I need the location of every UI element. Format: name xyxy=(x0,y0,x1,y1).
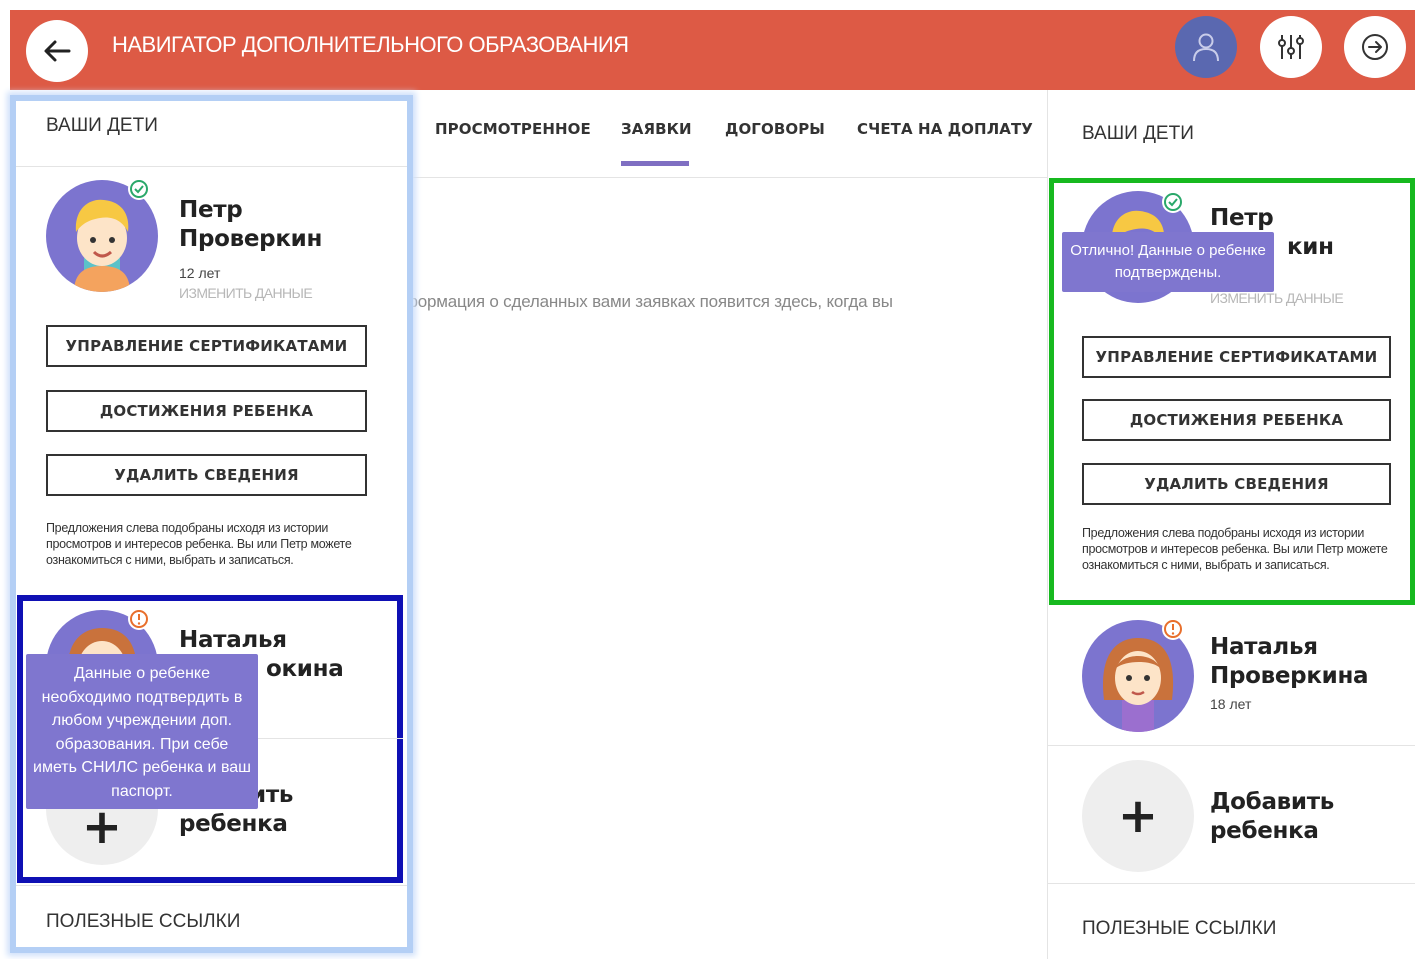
child-last-name: Проверкина xyxy=(1210,663,1369,689)
add-child-label[interactable]: Добавить xyxy=(1210,788,1334,817)
empty-state-text: формация о сделанных вами заявках появит… xyxy=(404,292,893,311)
achievements-button[interactable]: ДОСТИЖЕНИЯ РЕБЕНКА xyxy=(46,390,367,432)
panel-title: ВАШИ ДЕТИ xyxy=(1082,123,1194,144)
delete-data-button[interactable]: УДАЛИТЬ СВЕДЕНИЯ xyxy=(1082,463,1391,505)
children-panel-right: ВАШИ ДЕТИ Петр кин ИЗМЕНИТЬ ДАННЫЕ Отлич… xyxy=(1047,90,1415,959)
recommendation-note: Предложения слева подобраны исходя из ис… xyxy=(46,521,352,567)
child-age: 12 лет xyxy=(179,265,221,281)
logout-button[interactable] xyxy=(1344,16,1406,78)
verified-tooltip: Отлично! Данные о ребенке подтверждены. xyxy=(1062,232,1274,292)
app-title: НАВИГАТОР ДОПОЛНИТЕЛЬНОГО ОБРАЗОВАНИЯ xyxy=(112,32,629,57)
add-child-label[interactable]: ребенка xyxy=(179,810,288,839)
edit-data-link[interactable]: ИЗМЕНИТЬ ДАННЫЕ xyxy=(179,285,313,301)
warning-icon xyxy=(130,610,148,628)
panel-divider xyxy=(16,885,407,886)
tab-invoices[interactable]: СЧЕТА НА ДОПЛАТУ xyxy=(857,120,1033,138)
recommendation-note: Предложения слева подобраны исходя из ис… xyxy=(1082,526,1388,572)
warning-badge xyxy=(128,608,150,630)
back-arrow-icon xyxy=(44,40,71,62)
app-header: НАВИГАТОР ДОПОЛНИТЕЛЬНОГО ОБРАЗОВАНИЯ xyxy=(10,10,1415,90)
tabs-divider xyxy=(413,177,1047,178)
add-child-button[interactable]: + xyxy=(1082,760,1194,872)
plus-icon: + xyxy=(1117,788,1159,844)
child-avatar[interactable] xyxy=(46,178,158,292)
panel-title: ВАШИ ДЕТИ xyxy=(46,115,158,136)
child-last-name-partial: окина xyxy=(266,656,344,682)
delete-data-button[interactable]: УДАЛИТЬ СВЕДЕНИЯ xyxy=(46,454,367,496)
panel-divider xyxy=(16,166,407,167)
child-first-name: Петр xyxy=(179,197,243,223)
verification-tooltip: Данные о ребенке необходимо подтвердить … xyxy=(26,654,258,809)
warning-badge xyxy=(1162,618,1184,640)
user-icon xyxy=(1193,33,1219,62)
achievements-button[interactable]: ДОСТИЖЕНИЯ РЕБЕНКА xyxy=(1082,399,1391,441)
child-avatar[interactable] xyxy=(1082,618,1194,732)
exit-icon xyxy=(1362,34,1388,60)
check-icon xyxy=(1164,193,1182,211)
active-tab-indicator xyxy=(621,161,689,166)
add-child-label[interactable]: ребенка xyxy=(1210,817,1319,846)
child-last-name: Проверкин xyxy=(179,226,323,252)
child-first-name: Наталья xyxy=(179,627,287,653)
back-button[interactable] xyxy=(26,20,88,82)
edit-data-link[interactable]: ИЗМЕНИТЬ ДАННЫЕ xyxy=(1210,290,1344,306)
child-divider xyxy=(1048,745,1415,746)
child-first-name: Петр xyxy=(1210,205,1274,231)
profile-button[interactable] xyxy=(1175,16,1237,78)
manage-certificates-button[interactable]: УПРАВЛЕНИЕ СЕРТИФИКАТАМИ xyxy=(46,325,367,367)
useful-links-title[interactable]: ПОЛЕЗНЫЕ ССЫЛКИ xyxy=(46,911,240,933)
check-icon xyxy=(130,180,148,198)
tab-applications[interactable]: ЗАЯВКИ xyxy=(621,120,692,138)
verified-badge xyxy=(1162,191,1184,213)
filter-sliders-icon xyxy=(1278,35,1304,59)
child-age: 18 лет xyxy=(1210,696,1252,712)
filter-button[interactable] xyxy=(1260,16,1322,78)
panel-divider xyxy=(1048,883,1415,884)
child-first-name: Наталья xyxy=(1210,634,1318,660)
manage-certificates-button[interactable]: УПРАВЛЕНИЕ СЕРТИФИКАТАМИ xyxy=(1082,336,1391,378)
verified-badge xyxy=(128,178,150,200)
warning-icon xyxy=(1164,620,1182,638)
tab-viewed[interactable]: ПРОСМОТРЕННОЕ xyxy=(435,120,591,138)
useful-links-title[interactable]: ПОЛЕЗНЫЕ ССЫЛКИ xyxy=(1082,918,1276,940)
tab-contracts[interactable]: ДОГОВОРЫ xyxy=(725,120,825,138)
child-last-name-partial: кин xyxy=(1287,234,1334,260)
children-panel-left: ВАШИ ДЕТИ Петр Проверкин 12 лет ИЗМЕНИТЬ… xyxy=(10,95,413,953)
